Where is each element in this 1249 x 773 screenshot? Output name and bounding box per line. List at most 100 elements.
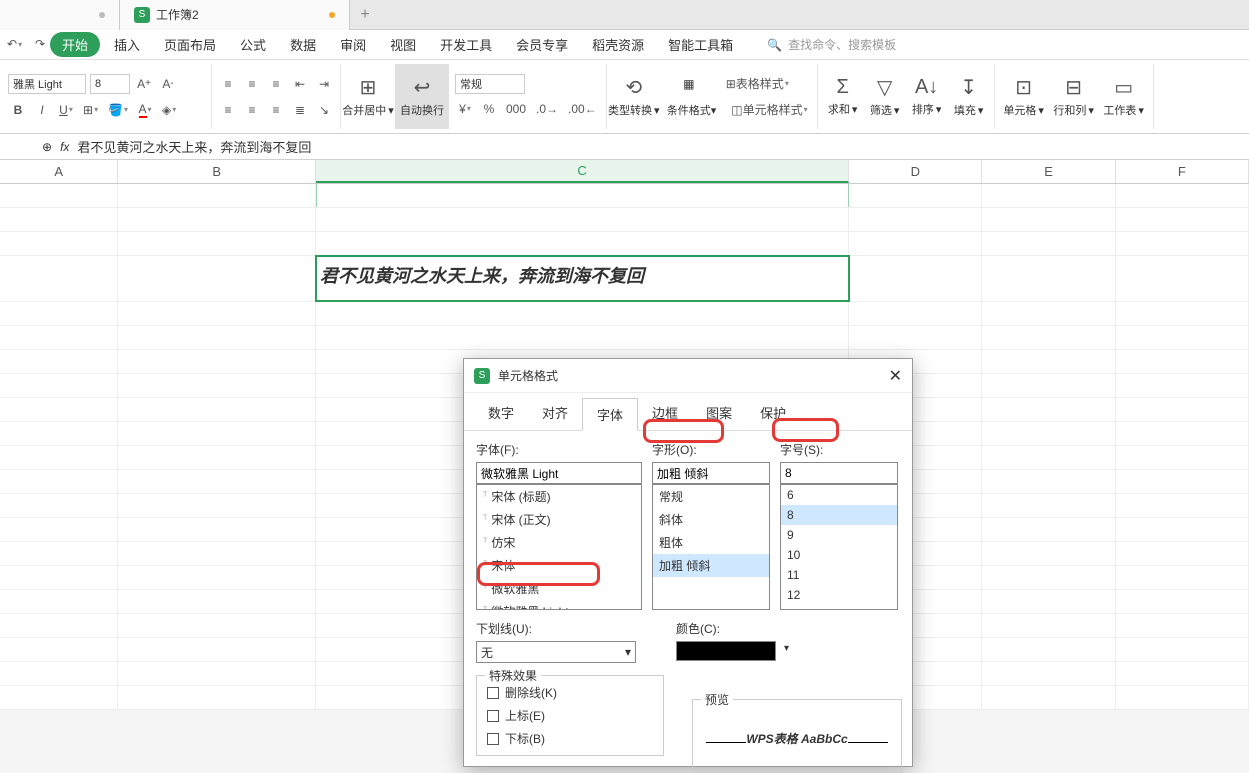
align-center-button[interactable]: ≡ bbox=[242, 99, 262, 121]
cell-style-button[interactable]: ◫ 单元格样式▾ bbox=[728, 99, 810, 121]
font-label: 字体(F): bbox=[476, 441, 642, 458]
sort-button[interactable]: A↓排序▾ bbox=[908, 75, 946, 118]
close-icon[interactable]: ✕ bbox=[889, 366, 902, 386]
merge-center-button[interactable]: ⊞ 合并居中▾ bbox=[341, 64, 395, 129]
font-color-select[interactable] bbox=[676, 641, 776, 661]
effects-group: 特殊效果 删除线(K) 上标(E) 下标(B) bbox=[476, 675, 664, 756]
sum-button[interactable]: Σ求和▾ bbox=[824, 75, 862, 118]
fill-color-button[interactable]: 🪣▾ bbox=[105, 99, 131, 121]
font-listbox[interactable]: ᵀ宋体 (标题) ᵀ宋体 (正文) ᵀ仿宋 ᵀ宋体 ᵀ微软雅黑 ᵀ微软雅黑 Li… bbox=[476, 484, 642, 610]
table-row bbox=[0, 232, 1249, 256]
doc-tab-blank[interactable] bbox=[0, 0, 120, 30]
tab-protect[interactable]: 保护 bbox=[746, 397, 800, 430]
menu-formulas[interactable]: 公式 bbox=[230, 31, 276, 58]
currency-button[interactable]: ¥▾ bbox=[455, 98, 475, 120]
menu-docer[interactable]: 稻壳资源 bbox=[582, 31, 654, 58]
dialog-titlebar[interactable]: S 单元格格式 ✕ bbox=[464, 359, 912, 393]
col-F[interactable]: F bbox=[1116, 160, 1249, 183]
font-style-input[interactable] bbox=[652, 462, 770, 484]
grow-font-button[interactable]: A+ bbox=[134, 73, 154, 95]
size-listbox[interactable]: 6 8 9 10 11 12 bbox=[780, 484, 898, 610]
tablefmt-icon: ⊞ bbox=[726, 77, 736, 91]
indent-dec-button[interactable]: ⇤ bbox=[290, 73, 310, 95]
menu-smart[interactable]: 智能工具箱 bbox=[658, 31, 743, 58]
undo-button[interactable]: ↶▾ bbox=[4, 33, 25, 55]
strike-checkbox[interactable]: 删除线(K) bbox=[487, 684, 653, 701]
dec-decimal-button[interactable]: .00← bbox=[565, 98, 600, 120]
menu-data[interactable]: 数据 bbox=[280, 31, 326, 58]
font-color-button[interactable]: A▾ bbox=[135, 99, 155, 121]
col-B[interactable]: B bbox=[118, 160, 315, 183]
menu-home[interactable]: 开始 bbox=[50, 32, 100, 57]
align-bottom-button[interactable]: ≡ bbox=[266, 73, 286, 95]
tab-number[interactable]: 数字 bbox=[474, 397, 528, 430]
shrink-font-button[interactable]: A- bbox=[158, 73, 178, 95]
type-convert-button[interactable]: ⟲ 类型转换▾ bbox=[607, 64, 661, 129]
tab-pattern[interactable]: 图案 bbox=[692, 397, 746, 430]
number-format-combo[interactable]: 常规 bbox=[455, 74, 525, 94]
style-listbox[interactable]: 常规 斜体 粗体 加粗 倾斜 bbox=[652, 484, 770, 610]
doc-tab-workbook2[interactable]: S 工作簿2 bbox=[120, 0, 350, 30]
orientation-button[interactable]: ↘ bbox=[314, 99, 334, 121]
inc-decimal-button[interactable]: .0→ bbox=[533, 98, 561, 120]
align-left-button[interactable]: ≡ bbox=[218, 99, 238, 121]
border-button[interactable]: ⊞▾ bbox=[80, 99, 101, 121]
font-name-combo[interactable]: 雅黑 Light bbox=[8, 74, 86, 94]
align-top-button[interactable]: ≡ bbox=[218, 73, 238, 95]
wrap-icon: ↩ bbox=[414, 75, 431, 100]
distribute-button[interactable]: ≣ bbox=[290, 99, 310, 121]
indent-inc-button[interactable]: ⇥ bbox=[314, 73, 334, 95]
menu-page-layout[interactable]: 页面布局 bbox=[154, 31, 226, 58]
font-group: 雅黑 Light 8 A+ A- B I U▾ ⊞▾ 🪣▾ A▾ ◈▾ bbox=[2, 64, 212, 129]
col-E[interactable]: E bbox=[982, 160, 1115, 183]
selected-cell[interactable]: 君不见黄河之水天上来，奔流到海不复回 bbox=[316, 256, 849, 301]
tab-align[interactable]: 对齐 bbox=[528, 397, 582, 430]
list-item: 粗体 bbox=[653, 531, 769, 554]
menu-dev[interactable]: 开发工具 bbox=[430, 31, 502, 58]
font-size-input[interactable] bbox=[780, 462, 898, 484]
tab-font[interactable]: 字体 bbox=[582, 398, 638, 431]
redo-button[interactable]: ↷ bbox=[30, 33, 50, 55]
formula-input[interactable]: 君不见黄河之水天上来，奔流到海不复回 bbox=[77, 137, 1245, 156]
menu-member[interactable]: 会员专享 bbox=[506, 31, 578, 58]
menu-view[interactable]: 视图 bbox=[380, 31, 426, 58]
align-right-button[interactable]: ≡ bbox=[266, 99, 286, 121]
list-item: 常规 bbox=[653, 485, 769, 508]
align-middle-button[interactable]: ≡ bbox=[242, 73, 262, 95]
bold-button[interactable]: B bbox=[8, 99, 28, 121]
filter-button[interactable]: ▽筛选▾ bbox=[866, 75, 904, 118]
underline-select[interactable]: 无▾ bbox=[476, 641, 636, 663]
zoom-selection-icon[interactable]: ⊕ bbox=[42, 140, 52, 154]
menu-insert[interactable]: 插入 bbox=[104, 31, 150, 58]
cond-format-button[interactable]: ▦ bbox=[667, 77, 711, 91]
font-size-combo[interactable]: 8 bbox=[90, 74, 130, 94]
list-item: 加粗 倾斜 bbox=[653, 554, 769, 577]
fx-icon[interactable]: fx bbox=[60, 140, 69, 154]
cells-button[interactable]: ⊡单元格▾ bbox=[1001, 75, 1047, 118]
underline-button[interactable]: U▾ bbox=[56, 99, 76, 121]
wrap-text-button[interactable]: ↩ 自动换行 bbox=[395, 64, 449, 129]
col-D[interactable]: D bbox=[849, 160, 982, 183]
rowcol-button[interactable]: ⊟行和列▾ bbox=[1051, 75, 1097, 118]
list-item: 斜体 bbox=[653, 508, 769, 531]
table-format-button[interactable]: ⊞ 表格样式▾ bbox=[723, 73, 792, 95]
percent-button[interactable]: % bbox=[479, 98, 499, 120]
font-name-input[interactable] bbox=[476, 462, 642, 484]
worksheet-button[interactable]: ▭工作表▾ bbox=[1101, 75, 1147, 118]
fill-button[interactable]: ↧填充▾ bbox=[950, 75, 988, 118]
cells-icon: ⊡ bbox=[1015, 75, 1032, 100]
col-A[interactable]: A bbox=[0, 160, 118, 183]
tab-border[interactable]: 边框 bbox=[638, 397, 692, 430]
subscript-checkbox[interactable]: 下标(B) bbox=[487, 730, 653, 747]
col-C[interactable]: C bbox=[316, 160, 849, 183]
phonetic-button[interactable]: ◈▾ bbox=[159, 99, 179, 121]
sigma-icon: Σ bbox=[836, 76, 848, 99]
command-search[interactable]: 🔍 查找命令、搜索模板 bbox=[767, 36, 896, 53]
add-tab-button[interactable]: + bbox=[350, 6, 380, 24]
superscript-checkbox[interactable]: 上标(E) bbox=[487, 707, 653, 724]
menu-review[interactable]: 审阅 bbox=[330, 31, 376, 58]
comma-button[interactable]: 000 bbox=[503, 98, 529, 120]
list-item: ᵀ宋体 (正文) bbox=[477, 508, 641, 531]
italic-button[interactable]: I bbox=[32, 99, 52, 121]
list-item: 12 bbox=[781, 585, 897, 605]
